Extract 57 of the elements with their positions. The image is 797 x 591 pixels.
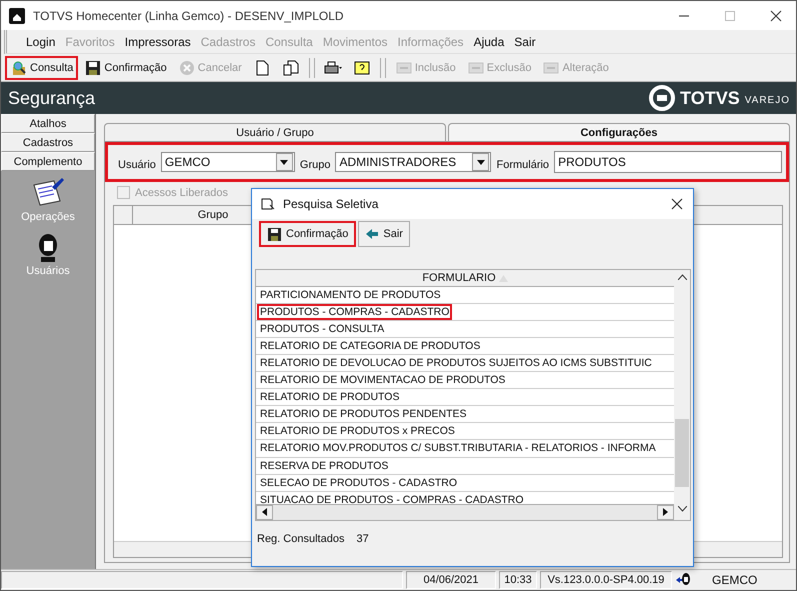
dialog-icon <box>261 198 275 210</box>
tab[interactable]: Usuário / Grupo <box>104 123 446 141</box>
count-label: Reg. Consultados <box>257 533 344 545</box>
delete-record-icon <box>466 60 485 76</box>
logo-text: TOTVS <box>680 88 740 108</box>
edit-record-icon <box>542 60 560 76</box>
checkbox-label: Acessos Liberados <box>135 186 228 198</box>
window-title: TOTVS Homecenter (Linha Gemco) - DESENV_IMPLOLD <box>33 8 344 22</box>
dropdown-field[interactable]: GEMCO <box>160 152 295 172</box>
toolbar-button[interactable]: Confirmação <box>79 56 172 80</box>
copy-pages-icon <box>282 60 300 76</box>
column-header[interactable]: FORMULARIO <box>256 270 674 288</box>
menu-item[interactable]: Impressoras <box>120 34 196 48</box>
status-user: GEMCO <box>712 573 758 587</box>
field-label: Grupo <box>300 159 330 171</box>
cancel-icon <box>178 60 196 76</box>
list-row[interactable]: PRODUTOS - COMPRAS - CADASTRO <box>257 304 452 320</box>
search-icon <box>10 60 28 76</box>
scroll-left-icon[interactable] <box>262 508 267 516</box>
dialog-button[interactable]: Sair <box>358 221 410 247</box>
count-value: 37 <box>356 533 369 545</box>
menu-item[interactable]: Login <box>21 34 60 48</box>
add-record-icon <box>394 60 413 76</box>
sidebar-section-button[interactable]: Atalhos <box>1 114 95 133</box>
printer-icon <box>324 60 342 76</box>
page-title: Segurança <box>8 88 96 108</box>
caret-icon <box>280 160 288 164</box>
menu-item[interactable]: Ajuda <box>468 34 510 48</box>
dropdown-button[interactable] <box>276 153 293 171</box>
horizontal-scrollbar[interactable] <box>256 504 674 520</box>
sidebar-section-button[interactable]: Cadastros <box>1 133 95 152</box>
dialog-button[interactable]: Confirmação <box>259 221 356 247</box>
logo-subtext: VAREJO <box>744 94 790 106</box>
scrollbar-thumb[interactable] <box>675 419 689 487</box>
scroll-right-icon[interactable] <box>663 508 668 516</box>
text-field[interactable]: PRODUTOS <box>554 151 782 173</box>
dropdown-field[interactable]: ADMINISTRADORES <box>335 152 492 172</box>
status-version: Vs.123.0.0.0-SP4.00.19 <box>540 571 672 589</box>
app-icon <box>9 8 25 24</box>
toolbar-button[interactable]: Consulta <box>5 56 78 80</box>
logo-icon <box>649 85 676 111</box>
sidebar-section-button[interactable]: Complemento <box>1 152 95 171</box>
back-arrow-icon <box>365 228 380 240</box>
scroll-down-icon[interactable] <box>678 506 686 512</box>
field-label: Usuário <box>118 159 156 171</box>
menu-item[interactable]: Sair <box>509 34 541 48</box>
status-date: 04/06/2021 <box>406 571 496 589</box>
status-time: 10:33 <box>499 571 537 589</box>
close-icon[interactable] <box>770 10 782 22</box>
scroll-up-icon[interactable] <box>678 274 686 280</box>
field-label: Formulário <box>496 159 550 171</box>
caret-icon <box>476 160 485 164</box>
dropdown-button[interactable] <box>472 153 490 171</box>
tab[interactable]: Configurações <box>448 123 790 141</box>
help-icon <box>352 60 371 76</box>
user-icon <box>675 572 691 588</box>
close-icon[interactable] <box>671 198 683 210</box>
